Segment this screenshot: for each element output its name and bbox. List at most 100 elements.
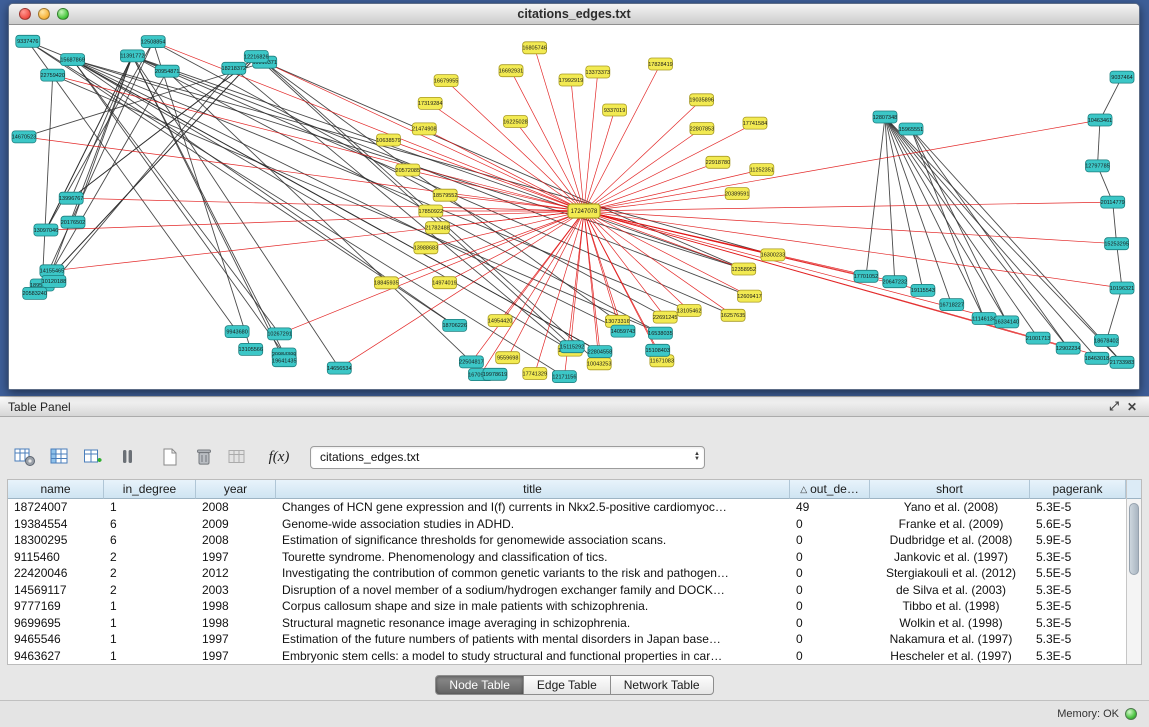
graph-node[interactable]: 16679955 [434,75,458,87]
minimize-window-button[interactable] [38,8,50,20]
graph-node[interactable]: 16334140 [995,316,1019,328]
graph-node[interactable]: 11146134 [972,313,996,325]
graph-node[interactable]: 13373373 [586,66,610,78]
graph-node[interactable]: 12609417 [737,290,761,302]
column-header-pagerank[interactable]: pagerank [1030,480,1126,499]
graph-node[interactable]: 10120188 [42,275,66,287]
tab-network-table[interactable]: Network Table [610,675,714,695]
graph-node[interactable]: 16805746 [522,42,546,54]
graph-node[interactable]: 17828419 [648,58,672,70]
graph-node[interactable]: 10043253 [587,358,611,370]
graph-node[interactable]: 13996767 [59,192,83,204]
graph-node[interactable]: 12358952 [731,263,755,275]
close-window-button[interactable] [19,8,31,20]
table-selector-dropdown[interactable]: citations_edges.txt ▲▼ [310,446,705,469]
graph-node[interactable]: 14974019 [432,277,456,289]
graph-node[interactable]: 22759420 [40,69,64,81]
graph-node[interactable]: 18218372 [222,62,246,74]
node-table[interactable]: namein_degreeyeartitle△out_de…shortpager… [7,479,1142,665]
graph-node[interactable]: 16225028 [503,116,527,128]
graph-node[interactable]: 15108403 [645,344,669,356]
graph-node[interactable]: 20583240 [22,287,46,299]
graph-node[interactable]: 20176502 [61,216,85,228]
column-header-out_de[interactable]: △out_de… [790,480,870,499]
new-file-icon[interactable] [154,444,184,470]
table-row[interactable]: 1830029562008Estimation of significance … [8,532,1126,549]
graph-node[interactable]: 19035896 [689,94,713,106]
float-panel-icon[interactable]: ⤢ [1105,399,1123,415]
graph-node[interactable]: 12902234 [1056,342,1080,354]
graph-node[interactable]: 9037464 [1110,71,1134,83]
graph-node[interactable]: 13097046 [34,224,58,236]
graph-node[interactable]: 16300233 [761,249,785,261]
graph-node[interactable]: 17741584 [743,117,767,129]
function-builder-icon[interactable]: f(x) [264,444,294,470]
graph-node[interactable]: 19641435 [272,355,296,367]
graph-node[interactable]: 12216826 [244,51,268,63]
graph-node[interactable]: 9337476 [16,35,40,47]
graph-node[interactable]: 20954871 [155,65,179,77]
graph-node[interactable]: 16718227 [939,299,963,311]
graph-node[interactable]: 21782488 [425,222,449,234]
vertical-scrollbar[interactable] [1126,480,1141,664]
graph-node[interactable]: 22807853 [690,123,714,135]
graph-node[interactable]: 20114779 [1101,196,1125,208]
import-table-icon[interactable] [222,444,252,470]
graph-node[interactable]: 13105462 [677,305,701,317]
graph-node[interactable]: 14656534 [327,362,351,374]
close-panel-icon[interactable]: ✕ [1123,399,1141,415]
graph-node[interactable]: 18845935 [374,277,398,289]
table-row[interactable]: 946554611997Estimation of the future num… [8,631,1126,648]
delete-icon[interactable] [188,444,218,470]
graph-node[interactable]: 14670523 [12,131,36,143]
graph-node[interactable]: 19978619 [483,368,507,380]
column-header-title[interactable]: title [276,480,790,499]
table-row[interactable]: 977716911998Corpus callosum shape and si… [8,598,1126,615]
graph-node[interactable]: 21001713 [1026,332,1050,344]
graph-node[interactable]: 12508854 [141,36,165,48]
graph-node[interactable]: 21733983 [1110,356,1134,368]
graph-node[interactable]: 12797785 [1085,160,1109,172]
table-row[interactable]: 969969511998Structural magnetic resonanc… [8,615,1126,632]
graph-node[interactable]: 9337019 [603,104,627,116]
column-header-short[interactable]: short [870,480,1030,499]
graph-node[interactable]: 19115543 [911,284,935,296]
graph-node[interactable]: 9559698 [496,352,520,364]
graph-node[interactable]: 9943680 [225,326,249,338]
graph-node[interactable]: 12171156 [552,371,576,383]
graph-node[interactable]: 22804558 [588,346,612,358]
zoom-window-button[interactable] [57,8,69,20]
table-row[interactable]: 1456911722003Disruption of a novel membe… [8,582,1126,599]
graph-node[interactable]: 14954420 [488,315,512,327]
network-view-window[interactable]: citations_edges.txt 16300233 12358952 1260… [8,3,1140,390]
graph-node[interactable]: 22918780 [706,156,730,168]
column-header-in_degree[interactable]: in_degree [104,480,196,499]
graph-node[interactable]: 17741329 [523,368,547,380]
table-row[interactable]: 1938455462009Genome-wide association stu… [8,516,1126,533]
graph-node[interactable]: 16692931 [499,65,523,77]
graph-node[interactable]: 21474908 [412,123,436,135]
graph-node[interactable]: 17701052 [854,270,878,282]
graph-node[interactable]: 15965551 [899,123,923,135]
graph-node[interactable]: 20572085 [396,164,420,176]
graph-node[interactable]: 17319284 [418,97,442,109]
table-row[interactable]: 946362711997Embryonic stem cells: a mode… [8,648,1126,665]
graph-node[interactable]: 18579552 [433,189,457,201]
column-header-name[interactable]: name [8,480,104,499]
row-tools-icon[interactable] [112,444,142,470]
tab-node-table[interactable]: Node Table [435,675,524,695]
graph-node[interactable]: 13988683 [414,242,438,254]
column-header-year[interactable]: year [196,480,276,499]
graph-node[interactable]: 10267291 [267,328,291,340]
table-row[interactable]: 1872400712008Changes of HCN gene express… [8,499,1126,516]
table-row[interactable]: 911546021997Tourette syndrome. Phenomeno… [8,549,1126,566]
window-titlebar[interactable]: citations_edges.txt [9,4,1139,25]
graph-node[interactable]: 11391772 [120,50,144,62]
graph-node[interactable]: 18463018 [1085,352,1109,364]
graph-node[interactable]: 17850922 [419,205,443,217]
graph-node[interactable]: 16257635 [721,309,745,321]
graph-node[interactable]: 16538035 [648,327,672,339]
table-mode-icon[interactable] [10,444,40,470]
graph-node[interactable]: 10196321 [1110,282,1134,294]
graph-node[interactable]: 22691245 [653,311,677,323]
